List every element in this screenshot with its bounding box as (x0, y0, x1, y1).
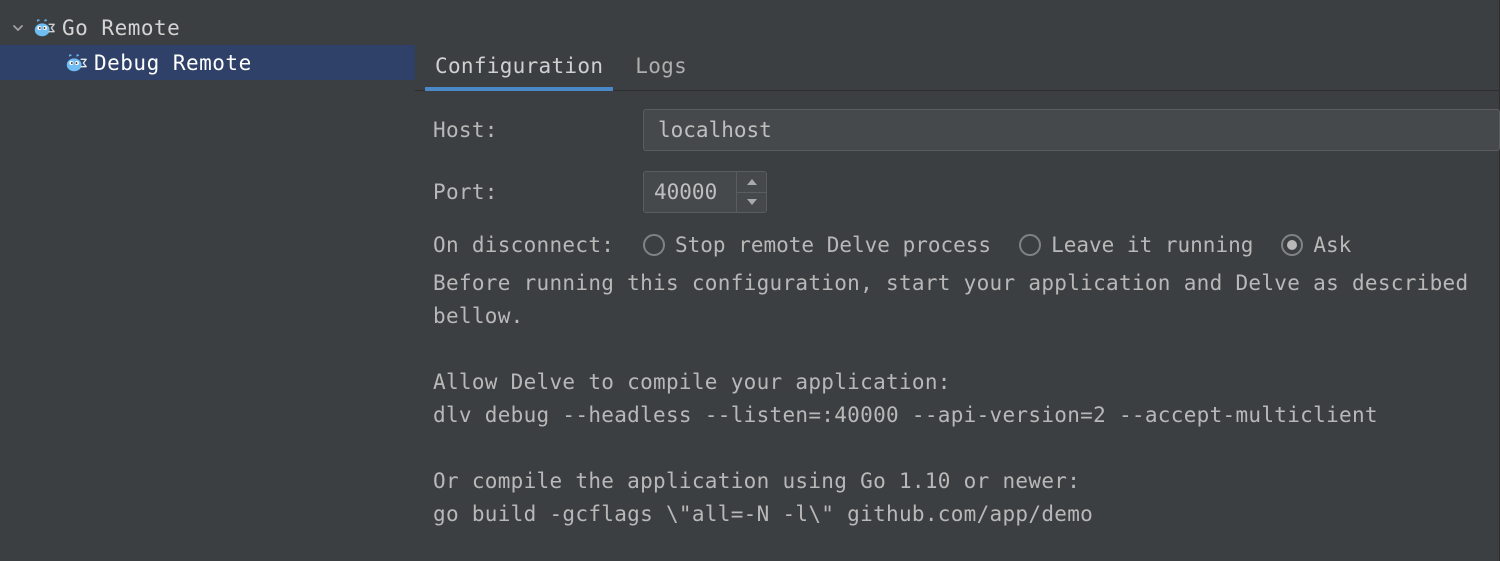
radio-icon (1281, 234, 1303, 256)
radio-leave-running[interactable]: Leave it running (1019, 233, 1253, 257)
radio-icon (1019, 234, 1041, 256)
chevron-down-icon (10, 20, 26, 36)
config-tabs: Configuration Logs (415, 42, 1500, 91)
tree-node-label: Debug Remote (94, 51, 252, 75)
port-label: Port: (433, 180, 643, 204)
tab-logs[interactable]: Logs (633, 42, 689, 90)
radio-icon (643, 234, 665, 256)
instructions-text: Before running this configuration, start… (415, 267, 1500, 531)
config-panel: Configuration Logs Host: Port: (415, 0, 1500, 561)
spinner-up-button[interactable] (737, 172, 766, 192)
config-form: Host: Port: (415, 91, 1500, 267)
config-tree: Go Remote Debug Remote (0, 0, 415, 561)
spinner-buttons (736, 172, 766, 212)
go-remote-icon (32, 16, 56, 40)
go-remote-icon (64, 51, 88, 75)
on-disconnect-row: On disconnect: Stop remote Delve process… (433, 233, 1500, 257)
tree-node-go-remote[interactable]: Go Remote (0, 10, 415, 45)
tab-label: Configuration (435, 54, 603, 78)
radio-stop-remote[interactable]: Stop remote Delve process (643, 233, 991, 257)
radio-ask[interactable]: Ask (1281, 233, 1351, 257)
on-disconnect-label: On disconnect: (433, 233, 643, 257)
host-label: Host: (433, 118, 643, 142)
on-disconnect-radio-group: Stop remote Delve process Leave it runni… (643, 233, 1351, 257)
radio-label: Ask (1313, 233, 1351, 257)
run-config-dialog: Go Remote Debug Remote Configuration Log (0, 0, 1500, 561)
port-row: Port: (433, 171, 1500, 213)
tab-configuration[interactable]: Configuration (433, 42, 605, 90)
port-input[interactable] (644, 172, 736, 212)
spinner-down-button[interactable] (737, 192, 766, 213)
radio-label: Stop remote Delve process (675, 233, 991, 257)
radio-label: Leave it running (1051, 233, 1253, 257)
tree-node-label: Go Remote (62, 16, 180, 40)
tab-label: Logs (635, 54, 687, 78)
tree-node-debug-remote[interactable]: Debug Remote (0, 45, 415, 80)
port-spinner (643, 171, 767, 213)
host-row: Host: (433, 109, 1500, 151)
host-input[interactable] (643, 109, 1500, 151)
